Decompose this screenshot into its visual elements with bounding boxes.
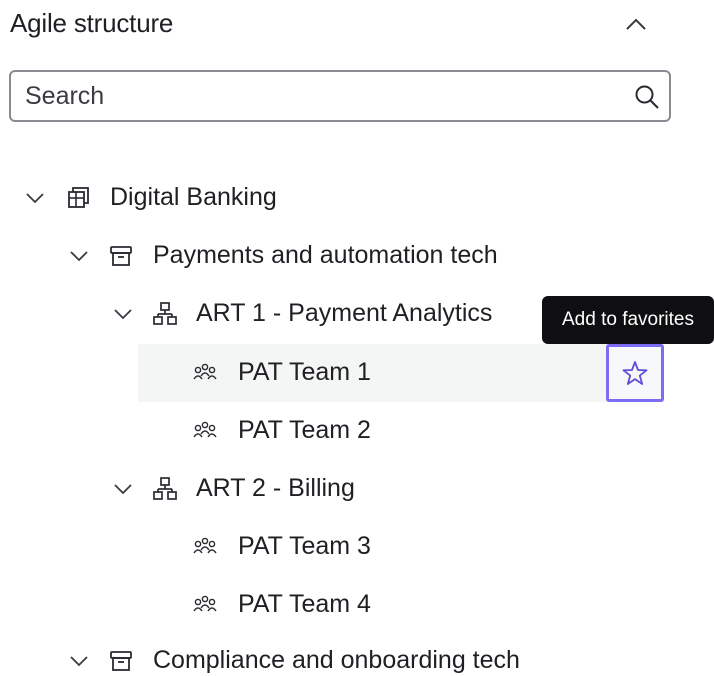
portfolio-icon (68, 187, 89, 208)
team-icon (193, 595, 217, 612)
search-box (9, 70, 671, 122)
tree-node-pat-team-4[interactable]: PAT Team 4 (138, 576, 664, 634)
chevron-down-icon[interactable] (112, 303, 134, 325)
search-input[interactable] (25, 78, 605, 114)
agile-structure-panel: Agile structure Digital Bank (0, 0, 714, 676)
archive-box-icon (110, 651, 132, 671)
team-icon (193, 537, 217, 554)
tree-node-digital-banking[interactable]: Digital Banking (24, 169, 664, 227)
chevron-down-icon[interactable] (68, 245, 90, 267)
search-icon[interactable] (633, 83, 661, 111)
chevron-down-icon[interactable] (24, 187, 46, 209)
tree-node-label: PAT Team 2 (238, 416, 371, 444)
tree-node-label: PAT Team 3 (238, 532, 371, 560)
panel-title: Agile structure (10, 8, 174, 38)
tree-node-label: PAT Team 1 (238, 358, 371, 386)
tree-node-pat-team-2[interactable]: PAT Team 2 (138, 402, 664, 460)
hierarchy-icon (153, 302, 177, 325)
star-icon (622, 361, 648, 385)
tree-node-art-2[interactable]: ART 2 - Billing (112, 460, 542, 518)
favorites-tooltip: Add to favorites (542, 296, 714, 344)
hierarchy-icon (153, 477, 177, 500)
add-to-favorites-button[interactable] (606, 344, 664, 402)
tree-node-label: PAT Team 4 (238, 590, 371, 618)
tree-node-pat-team-3[interactable]: PAT Team 3 (138, 518, 664, 576)
tree-node-label: Compliance and onboarding tech (153, 646, 520, 674)
chevron-down-icon[interactable] (112, 478, 134, 500)
team-icon (193, 421, 217, 438)
chevron-down-icon[interactable] (68, 650, 90, 672)
tree-node-label: Payments and automation tech (153, 241, 498, 269)
tree-node-label: ART 2 - Billing (196, 474, 355, 502)
collapse-button[interactable] (614, 4, 658, 44)
tree-node-art-1[interactable]: ART 1 - Payment Analytics (112, 285, 542, 343)
tree-node-payments-automation[interactable]: Payments and automation tech (68, 227, 664, 285)
tree-node-pat-team-1[interactable]: PAT Team 1 (138, 344, 664, 402)
tree-node-label: Digital Banking (110, 183, 277, 211)
tree-node-label: ART 1 - Payment Analytics (196, 299, 493, 327)
chevron-up-icon (626, 18, 646, 30)
archive-box-icon (110, 246, 132, 266)
panel-header: Agile structure (10, 2, 680, 44)
tree-node-compliance-onboarding[interactable]: Compliance and onboarding tech (68, 632, 664, 676)
team-icon (193, 363, 217, 380)
